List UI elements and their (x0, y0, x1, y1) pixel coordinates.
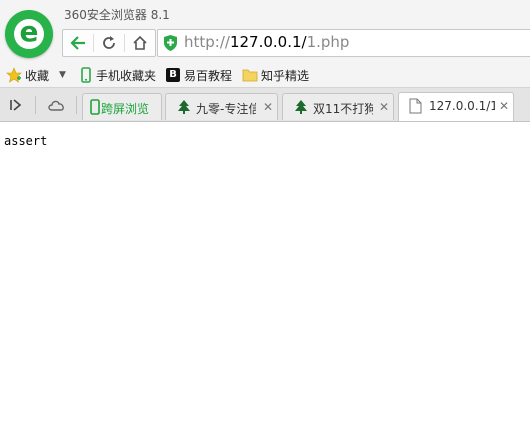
tree-icon (295, 100, 307, 114)
tab-label: 九零-专注信 (196, 102, 256, 116)
star-icon (6, 67, 22, 83)
tab-bar: 跨屏浏览 九零-专注信 ✕ 双11不打狗 ✕ 127.0.0.1/1 ✕ (0, 88, 530, 122)
tab-label: 双11不打狗 (313, 102, 373, 116)
cloud-icon[interactable] (47, 97, 67, 116)
tab-double11[interactable]: 双11不打狗 ✕ (282, 93, 394, 120)
window-title: 360安全浏览器 8.1 (64, 8, 170, 22)
home-button[interactable] (125, 30, 155, 56)
b-logo-icon: B (166, 68, 180, 82)
bookmarks-bar: 收藏 ▼ 手机收藏夹 B 易百教程 知乎精选 (0, 62, 530, 88)
bookmark-label: 手机收藏夹 (96, 68, 157, 83)
body-text: assert (4, 134, 48, 148)
close-icon[interactable]: ✕ (499, 99, 509, 113)
arrow-left-icon (70, 36, 85, 50)
address-bar[interactable]: http://127.0.0.1/1.php (157, 29, 530, 57)
title-bar: e 360安全浏览器 8.1 http://127.0.0.1/1.php (0, 0, 530, 62)
folder-icon (242, 69, 258, 82)
nav-buttons (62, 29, 156, 57)
close-icon[interactable]: ✕ (379, 100, 389, 114)
bookmark-mobile[interactable]: 手机收藏夹 (80, 66, 156, 84)
url-path: 1.php (306, 33, 350, 51)
page-icon (409, 98, 422, 114)
tab-localhost[interactable]: 127.0.0.1/1 ✕ (398, 92, 514, 121)
bookmark-label: 易百教程 (184, 68, 233, 83)
home-icon (133, 35, 147, 50)
bookmark-favorites[interactable]: 收藏 ▼ (6, 66, 66, 84)
bookmark-zhihu[interactable]: 知乎精选 (242, 66, 309, 84)
shield-plus-icon (164, 35, 177, 51)
tab-label: 127.0.0.1/1 (429, 99, 495, 113)
phone-icon (90, 99, 100, 115)
url-scheme: http:// (184, 33, 230, 51)
tree-icon (178, 100, 190, 114)
tab-jiuling[interactable]: 九零-专注信 ✕ (165, 93, 278, 120)
url-text: http://127.0.0.1/1.php (184, 33, 349, 51)
reload-icon (103, 36, 115, 49)
tab-cross-screen[interactable]: 跨屏浏览 (82, 93, 162, 120)
tab-label: 跨屏浏览 (101, 102, 150, 116)
bookmark-label: 知乎精选 (261, 68, 310, 83)
browser-logo-icon[interactable]: e (5, 10, 53, 58)
reload-button[interactable] (94, 30, 124, 56)
bookmark-yibai[interactable]: B 易百教程 (166, 66, 232, 84)
close-icon[interactable]: ✕ (263, 100, 273, 114)
url-host: 127.0.0.1/ (229, 33, 307, 51)
sidebar-toggle-icon[interactable] (9, 98, 23, 115)
back-button[interactable] (63, 30, 93, 56)
phone-icon (81, 67, 91, 83)
bookmark-label: 收藏 (25, 68, 50, 83)
page-content: assert (0, 122, 530, 428)
chevron-down-icon[interactable]: ▼ (59, 70, 66, 80)
